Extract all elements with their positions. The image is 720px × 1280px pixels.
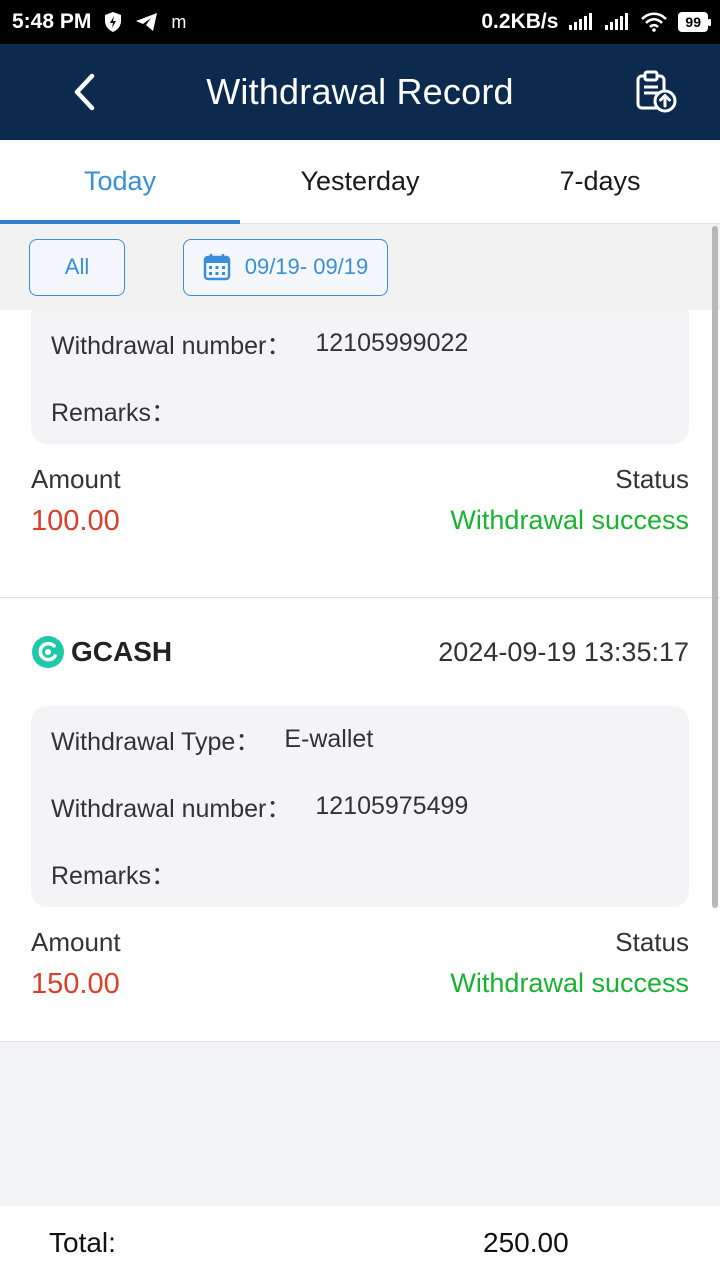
network-speed: 0.2KB/s — [481, 10, 559, 33]
remarks-label: Remarks： — [51, 398, 177, 427]
amount-value: 150.00 — [31, 968, 120, 1000]
amount-status-block: Amount 150.00 Status Withdrawal success — [31, 907, 689, 1001]
app-header: Withdrawal Record — [0, 44, 720, 140]
wifi-icon — [640, 12, 668, 32]
filter-bar: All 09/19- 09/19 — [0, 224, 720, 310]
status-value: Withdrawal success — [450, 968, 689, 998]
withdrawal-number-label: Withdrawal number： — [51, 331, 292, 360]
payment-method-label: GCASH — [71, 636, 173, 667]
status-value: Withdrawal success — [450, 505, 689, 535]
withdrawal-record: Withdrawal number： 12105999022 Remarks： … — [0, 310, 720, 598]
amount-label: Amount — [31, 927, 121, 957]
record-datetime: 2024-09-19 13:35:17 — [438, 636, 689, 667]
withdrawal-record: GCASH 2024-09-19 13:35:17 Withdrawal Typ… — [0, 598, 720, 1042]
battery-icon: 99 — [678, 12, 711, 32]
tab-7-days[interactable]: 7-days — [480, 140, 720, 223]
gcash-logo-icon — [32, 636, 64, 668]
withdrawal-type-row: Withdrawal Type： E-wallet — [51, 706, 669, 773]
withdrawal-number-row: Withdrawal number： 12105975499 — [51, 773, 669, 840]
amount-status-block: Amount 100.00 Status Withdrawal success — [31, 444, 689, 538]
withdrawal-number-label: Withdrawal number： — [51, 794, 292, 823]
filter-all-button[interactable]: All — [29, 238, 125, 296]
calendar-icon — [203, 254, 230, 281]
payment-method: GCASH — [31, 635, 172, 669]
total-label: Total: — [49, 1227, 116, 1258]
status-time: 5:48 PM — [12, 10, 92, 33]
withdrawal-list[interactable]: Withdrawal number： 12105999022 Remarks： … — [0, 310, 720, 1042]
total-footer: Total: 250.00 — [0, 1206, 720, 1280]
amount-value: 100.00 — [31, 505, 120, 537]
remarks-row: Remarks： — [51, 840, 669, 907]
record-details: Withdrawal Type： E-wallet Withdrawal num… — [31, 706, 689, 907]
signal-icon-2 — [604, 13, 630, 31]
withdrawal-type-label: Withdrawal Type： — [51, 727, 261, 756]
status-label: Status — [615, 464, 689, 494]
date-range-label: 09/19- 09/19 — [244, 254, 369, 279]
remarks-label: Remarks： — [51, 861, 177, 890]
status-bar: 5:48 PM m 0.2KB/s 99 — [0, 0, 720, 44]
withdrawal-number-value: 12105999022 — [315, 329, 469, 357]
withdrawal-type-value: E-wallet — [284, 725, 374, 753]
page-title: Withdrawal Record — [206, 71, 514, 112]
signal-icon — [568, 13, 594, 31]
withdrawal-number-value: 12105975499 — [315, 792, 469, 820]
total-value: 250.00 — [483, 1227, 569, 1258]
amount-label: Amount — [31, 464, 121, 494]
record-details: Withdrawal number： 12105999022 Remarks： — [31, 310, 689, 444]
record-header: GCASH 2024-09-19 13:35:17 — [31, 598, 689, 706]
app-letter-icon: m — [171, 11, 187, 32]
date-tabs: Today Yesterday 7-days — [0, 140, 720, 224]
export-button[interactable] — [630, 66, 682, 118]
status-label: Status — [615, 927, 689, 957]
withdrawal-number-row: Withdrawal number： 12105999022 — [51, 310, 669, 377]
telegram-icon — [135, 12, 159, 32]
tab-today[interactable]: Today — [0, 140, 240, 224]
clipboard-upload-icon — [636, 70, 677, 113]
scrollbar[interactable] — [712, 226, 718, 908]
date-range-button[interactable]: 09/19- 09/19 — [183, 238, 388, 296]
chevron-left-icon — [74, 73, 95, 111]
back-button[interactable] — [62, 70, 106, 114]
tab-yesterday[interactable]: Yesterday — [240, 140, 480, 223]
remarks-row: Remarks： — [51, 377, 669, 444]
shield-icon — [103, 11, 123, 33]
